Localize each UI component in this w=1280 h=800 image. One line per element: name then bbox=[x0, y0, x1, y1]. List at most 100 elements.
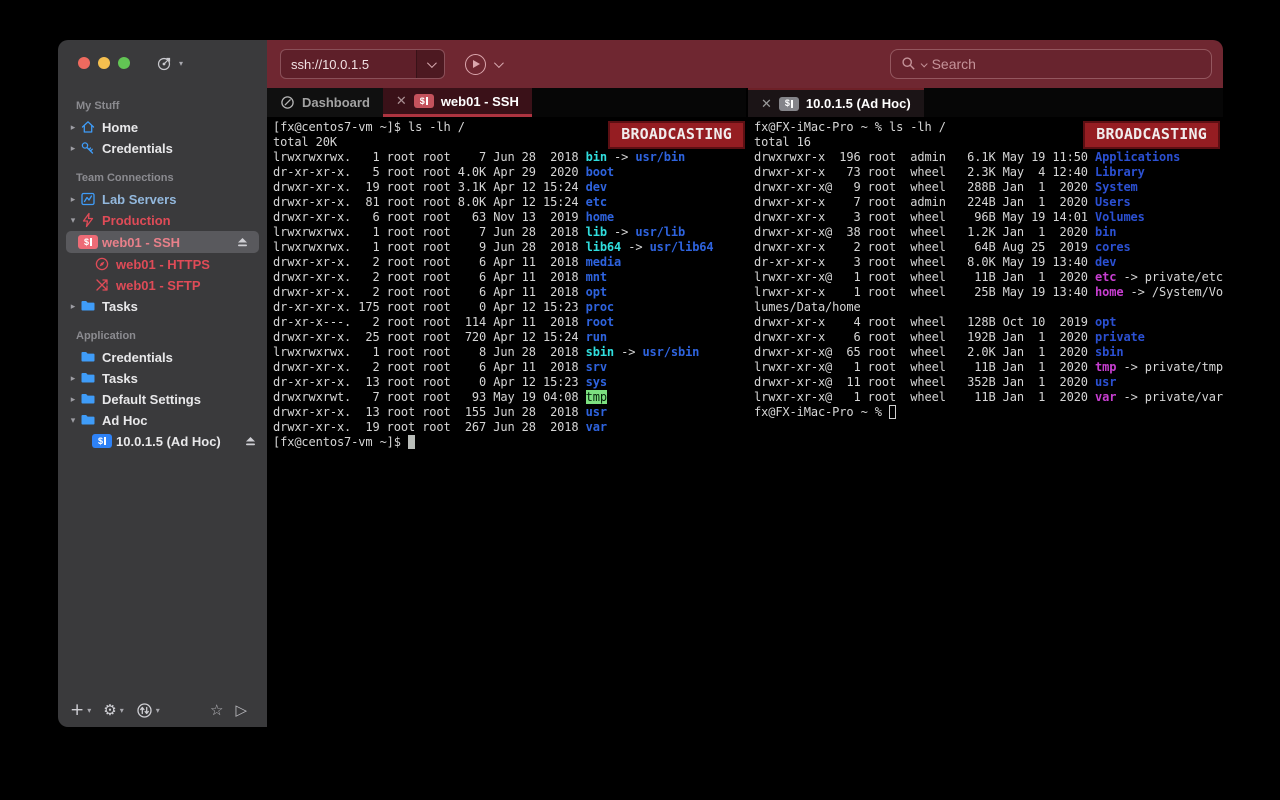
run-button[interactable]: ▷ bbox=[235, 703, 247, 718]
tree-expanded-icon[interactable]: ▾ bbox=[66, 215, 80, 226]
connect-button[interactable] bbox=[465, 54, 486, 75]
app-window: ▾ My Stuff▸Home▸CredentialsTeam Connecti… bbox=[58, 40, 1223, 727]
terminal-line: dr-xr-xr-x. 13 root root 0 Apr 12 15:23 … bbox=[273, 375, 746, 390]
tree-collapsed-icon[interactable]: ▸ bbox=[66, 373, 80, 384]
chevron-down-icon: ▾ bbox=[120, 706, 124, 715]
sidebar-item-credentials[interactable]: ▸Credentials bbox=[58, 138, 267, 158]
terminal-line: drwxrwxr-x 196 root admin 6.1K May 19 11… bbox=[754, 150, 1223, 165]
folder-icon bbox=[80, 298, 96, 314]
terminal-line: lrwxr-xr-x@ 1 root wheel 11B Jan 1 2020 … bbox=[754, 360, 1223, 375]
sidebar-item-label: web01 - SFTP bbox=[116, 278, 201, 293]
close-tab-icon[interactable]: ✕ bbox=[761, 96, 772, 112]
connect-options-chevron-icon[interactable] bbox=[494, 58, 504, 68]
search-input[interactable] bbox=[932, 56, 1201, 72]
sidebar-item-label: web01 - HTTPS bbox=[116, 257, 210, 272]
folder-icon bbox=[80, 412, 96, 428]
right-terminal[interactable]: BROADCASTING fx@FX-iMac-Pro ~ % ls -lh /… bbox=[748, 117, 1223, 727]
search-icon bbox=[901, 56, 917, 72]
favorite-icon: ☆ bbox=[210, 703, 223, 718]
terminal-line: drwxr-xr-x. 2 root root 6 Apr 11 2018 me… bbox=[273, 255, 746, 270]
terminal-line: drwxr-xr-x. 2 root root 6 Apr 11 2018 op… bbox=[273, 285, 746, 300]
dashboard-icon bbox=[280, 95, 295, 110]
terminal-tab-red-icon: $ bbox=[414, 94, 434, 108]
search-scope-chevron-icon[interactable] bbox=[921, 60, 928, 67]
favorite-button[interactable]: ☆ bbox=[210, 703, 223, 718]
tab-dashboard[interactable]: Dashboard bbox=[267, 88, 383, 117]
tree-collapsed-icon[interactable]: ▸ bbox=[66, 301, 80, 312]
terminal-line: drwxrwxrwt. 7 root root 93 May 19 04:08 … bbox=[273, 390, 746, 405]
sidebar-item-tasks[interactable]: ▸Tasks bbox=[58, 368, 267, 388]
broadcasting-badge: BROADCASTING bbox=[1083, 121, 1220, 149]
bolt-icon bbox=[80, 212, 96, 228]
sidebar-item-lab-servers[interactable]: ▸ Lab Servers bbox=[58, 189, 267, 209]
tree-collapsed-icon[interactable]: ▸ bbox=[66, 143, 80, 154]
left-terminal[interactable]: BROADCASTING [fx@centos7-vm ~]$ ls -lh /… bbox=[267, 117, 746, 727]
terminal-gray-icon: $ bbox=[779, 97, 799, 111]
section-title-application: Application bbox=[76, 330, 267, 342]
sidebar-item-production[interactable]: ▾ Production bbox=[58, 210, 267, 230]
tab-label: Dashboard bbox=[302, 95, 370, 110]
broadcasting-badge: BROADCASTING bbox=[608, 121, 745, 149]
tree-expanded-icon[interactable]: ▾ bbox=[66, 415, 80, 426]
terminal-line: dr-xr-xr-x. 5 root root 4.0K Apr 29 2020… bbox=[273, 165, 746, 180]
connection-toolbar: ssh://10.0.1.5 bbox=[267, 40, 1223, 88]
terminal-line: lrwxr-xr-x@ 1 root wheel 11B Jan 1 2020 … bbox=[754, 270, 1223, 285]
section-title-team-connections: Team Connections bbox=[76, 172, 267, 184]
left-pane: Dashboard✕$web01 - SSH BROADCASTING [fx@… bbox=[267, 88, 746, 727]
compass-icon bbox=[94, 256, 110, 272]
connection-target-menu[interactable]: ▾ bbox=[156, 55, 183, 72]
address-dropdown-button[interactable] bbox=[416, 50, 444, 78]
tree-collapsed-icon[interactable]: ▸ bbox=[66, 122, 80, 133]
terminal-line: fx@FX-iMac-Pro ~ % bbox=[754, 405, 1223, 420]
cursor-hollow bbox=[889, 405, 896, 419]
terminal-line: drwxr-xr-x 4 root wheel 128B Oct 10 2019… bbox=[754, 315, 1223, 330]
sidebar-item-label: Credentials bbox=[102, 350, 173, 365]
tab-web01-ssh[interactable]: ✕$web01 - SSH bbox=[383, 88, 532, 117]
settings-button[interactable]: ⚙▾ bbox=[103, 703, 123, 718]
tab-label: 10.0.1.5 (Ad Hoc) bbox=[806, 96, 911, 111]
home-icon bbox=[80, 119, 96, 135]
tree-collapsed-icon[interactable]: ▸ bbox=[66, 194, 80, 205]
terminal-line: lrwxrwxrwx. 1 root root 7 Jun 28 2018 li… bbox=[273, 225, 746, 240]
right-tab-bar: ✕ $10.0.1.5 (Ad Hoc) bbox=[748, 88, 1223, 117]
sidebar-item-label: Default Settings bbox=[102, 392, 201, 407]
close-window-button[interactable] bbox=[78, 57, 90, 69]
main-area: ssh://10.0.1.5 bbox=[267, 40, 1223, 727]
sync-icon bbox=[136, 702, 153, 719]
chart-icon bbox=[80, 191, 96, 207]
terminal-line: drwxr-xr-x@ 65 root wheel 2.0K Jan 1 202… bbox=[754, 345, 1223, 360]
sidebar-item-web01-sftp[interactable]: web01 - SFTP bbox=[58, 275, 267, 295]
sidebar-item-default-settings[interactable]: ▸ Default Settings bbox=[58, 389, 267, 409]
search-field[interactable] bbox=[890, 49, 1212, 79]
tree-collapsed-icon[interactable]: ▸ bbox=[66, 394, 80, 405]
disconnect-eject-button[interactable] bbox=[244, 435, 257, 447]
add-icon: + bbox=[70, 702, 84, 719]
minimize-window-button[interactable] bbox=[98, 57, 110, 69]
sidebar-item-credentials[interactable]: Credentials bbox=[58, 347, 267, 367]
close-tab-icon[interactable]: ✕ bbox=[396, 93, 407, 109]
terminal-line: drwxr-xr-x. 6 root root 63 Nov 13 2019 h… bbox=[273, 210, 746, 225]
sidebar-item-ad-hoc[interactable]: ▾Ad Hoc bbox=[58, 410, 267, 430]
address-combobox[interactable]: ssh://10.0.1.5 bbox=[280, 49, 445, 79]
sidebar-item-web01-ssh[interactable]: $web01 - SSH bbox=[66, 231, 259, 253]
sidebar-item-label: Lab Servers bbox=[102, 192, 176, 207]
sidebar-item-tasks[interactable]: ▸Tasks bbox=[58, 296, 267, 316]
terminal-line: lrwxr-xr-x 1 root wheel 25B May 19 13:40… bbox=[754, 285, 1223, 300]
zoom-window-button[interactable] bbox=[118, 57, 130, 69]
sidebar-item-label: web01 - SSH bbox=[102, 235, 180, 250]
disconnect-eject-button[interactable] bbox=[236, 236, 249, 248]
chevron-down-icon: ▾ bbox=[87, 706, 91, 715]
tab-10.0.1.5-ad-hoc[interactable]: ✕ $10.0.1.5 (Ad Hoc) bbox=[748, 88, 924, 117]
settings-icon: ⚙ bbox=[103, 703, 116, 718]
sidebar-item-label: Production bbox=[102, 213, 171, 228]
terminal-line: drwxr-xr-x 7 root admin 224B Jan 1 2020 … bbox=[754, 195, 1223, 210]
sidebar-item-web01-https[interactable]: web01 - HTTPS bbox=[58, 254, 267, 274]
sidebar-item-label: Home bbox=[102, 120, 138, 135]
sync-button[interactable]: ▾ bbox=[136, 702, 160, 719]
add-button[interactable]: +▾ bbox=[70, 702, 91, 719]
section-title-my-stuff: My Stuff bbox=[76, 100, 267, 112]
sidebar-item-home[interactable]: ▸ Home bbox=[58, 117, 267, 137]
right-pane: ✕ $10.0.1.5 (Ad Hoc) BROADCASTING fx@FX-i… bbox=[748, 88, 1223, 727]
play-icon bbox=[473, 60, 480, 68]
sidebar-item-10.0.1.5-ad-hoc[interactable]: $10.0.1.5 (Ad Hoc) bbox=[58, 431, 267, 451]
